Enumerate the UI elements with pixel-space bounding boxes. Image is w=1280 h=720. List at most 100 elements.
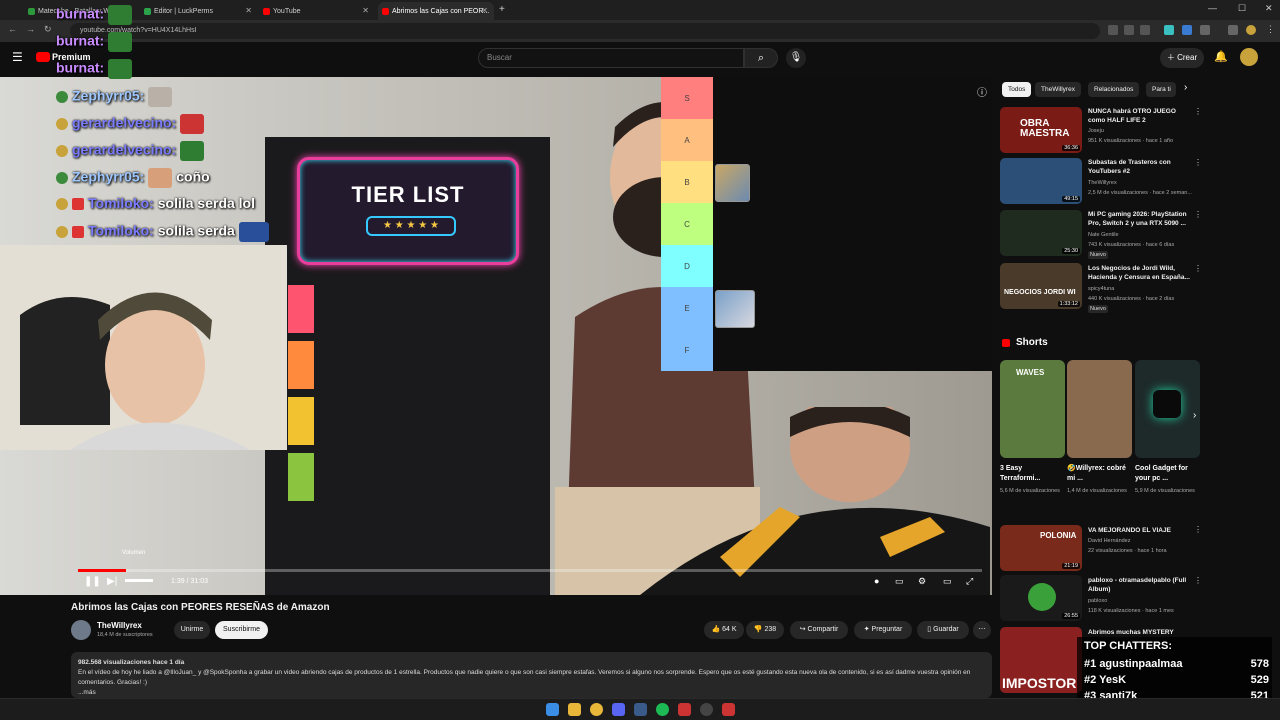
- avatar[interactable]: [1240, 48, 1258, 66]
- close-icon[interactable]: ✕: [481, 6, 488, 15]
- video-title[interactable]: VA MEJORANDO EL VIAJE: [1088, 526, 1192, 535]
- more-icon[interactable]: ⋮: [1194, 107, 1202, 116]
- profile-avatar[interactable]: [1246, 25, 1256, 35]
- windows-start-icon[interactable]: [546, 703, 559, 716]
- more-icon[interactable]: ⋮: [1194, 264, 1202, 273]
- voice-search-button[interactable]: 🎙: [786, 48, 806, 68]
- browser-tab-3[interactable]: YouTube ✕: [259, 2, 375, 20]
- settings-icon[interactable]: ⚙: [918, 576, 926, 587]
- channel-avatar[interactable]: [71, 620, 91, 640]
- dislike-button[interactable]: 👎 238: [746, 621, 784, 639]
- video-thumbnail[interactable]: POLONIA 21:19: [1000, 525, 1082, 571]
- extension-icon[interactable]: [1124, 25, 1134, 35]
- short-title[interactable]: 3 Easy Terraformi...: [1000, 464, 1060, 484]
- short-title[interactable]: 🤣Willyrex: cobré mi ...: [1067, 464, 1127, 484]
- video-title[interactable]: Subastas de Trasteros con YouTubers #2: [1088, 158, 1192, 176]
- short-thumbnail[interactable]: WAVES: [1000, 360, 1065, 458]
- search-input[interactable]: Buscar: [478, 48, 744, 68]
- video-title[interactable]: NUNCA habrá OTRO JUEGO como HALF LIFE 2: [1088, 107, 1192, 125]
- video-title[interactable]: Abrimos muchas MYSTERY: [1088, 628, 1192, 637]
- chip-related[interactable]: Relacionados: [1088, 82, 1140, 97]
- search-button[interactable]: ⌕: [744, 48, 778, 68]
- app-icon[interactable]: [678, 703, 691, 716]
- fullscreen-icon[interactable]: ⤢: [966, 576, 973, 587]
- video-thumbnail[interactable]: 25:30: [1000, 210, 1082, 256]
- maximize-icon[interactable]: ☐: [1238, 3, 1246, 14]
- forward-icon[interactable]: →: [26, 24, 35, 34]
- channel-name[interactable]: TheWillyrex: [97, 621, 142, 630]
- ask-button[interactable]: ✦ Preguntar: [854, 621, 912, 639]
- video-channel[interactable]: David Hernández: [1088, 537, 1203, 545]
- close-window-icon[interactable]: ✕: [1265, 3, 1273, 14]
- autoplay-icon[interactable]: ●: [874, 576, 879, 586]
- chip-for-you[interactable]: Para ti: [1146, 82, 1176, 97]
- progress-bar[interactable]: [78, 569, 982, 572]
- volume-slider[interactable]: [125, 579, 153, 582]
- close-icon[interactable]: ✕: [245, 6, 252, 15]
- like-button[interactable]: 👍 64 K: [704, 621, 744, 639]
- browser-tab-4[interactable]: Abrimos las Cajas con PEOR... ✕: [378, 2, 494, 20]
- next-icon[interactable]: ▶|: [107, 576, 117, 587]
- file-explorer-icon[interactable]: [568, 703, 581, 716]
- close-icon[interactable]: ✕: [362, 6, 369, 15]
- video-thumbnail[interactable]: NEGOCIOS JORDI WI 1:33:12: [1000, 263, 1082, 309]
- browser-tab-2[interactable]: Editor | LuckPerms ✕: [140, 2, 258, 20]
- short-thumbnail[interactable]: [1067, 360, 1132, 458]
- video-title[interactable]: Los Negocios de Jordi Wild, Hacienda y C…: [1088, 264, 1192, 282]
- subtitles-icon[interactable]: ▭: [895, 576, 904, 587]
- video-thumbnail[interactable]: 26:55: [1000, 575, 1082, 621]
- join-button[interactable]: Unirme: [174, 621, 210, 639]
- tier-item-image[interactable]: [715, 290, 755, 328]
- more-icon[interactable]: ⋮: [1194, 525, 1202, 534]
- video-channel[interactable]: pabloxo: [1088, 597, 1203, 605]
- discord-icon[interactable]: [612, 703, 625, 716]
- extension-icon[interactable]: [1182, 25, 1192, 35]
- notifications-icon[interactable]: 🔔: [1214, 50, 1228, 63]
- video-thumbnail[interactable]: 49:15: [1000, 158, 1082, 204]
- video-channel[interactable]: Nate Gentile: [1088, 231, 1203, 239]
- tier-item-image[interactable]: [715, 164, 750, 202]
- url-field[interactable]: youtube.com/watch?v=HU4X14LhHsI: [70, 23, 1100, 39]
- info-icon[interactable]: ⓘ: [977, 84, 987, 99]
- sidebar-icon[interactable]: [1228, 25, 1238, 35]
- video-channel[interactable]: Joseju: [1088, 127, 1203, 135]
- more-icon[interactable]: ⋮: [1194, 158, 1202, 167]
- more-icon[interactable]: ⋮: [1194, 210, 1202, 219]
- extension-icon[interactable]: [1164, 25, 1174, 35]
- minimize-icon[interactable]: —: [1208, 3, 1217, 13]
- short-title[interactable]: Cool Gadget for your pc ...: [1135, 464, 1195, 484]
- chevron-right-icon[interactable]: ›: [1184, 82, 1187, 93]
- short-thumbnail[interactable]: [1135, 360, 1200, 458]
- share-button[interactable]: ↪ Compartir: [790, 621, 848, 639]
- video-thumbnail[interactable]: OBRA MAESTRA 36:36: [1000, 107, 1082, 153]
- video-title[interactable]: Mi PC gaming 2026: PlayStation Pro, Swit…: [1088, 210, 1192, 228]
- back-icon[interactable]: ←: [8, 24, 17, 34]
- video-channel[interactable]: spicy4tuna: [1088, 285, 1203, 293]
- video-thumbnail[interactable]: IMPOSTOR: [1000, 627, 1082, 693]
- puzzle-icon[interactable]: [1200, 25, 1210, 35]
- chrome-icon[interactable]: [590, 703, 603, 716]
- video-channel[interactable]: TheWillyrex: [1088, 179, 1203, 187]
- save-button[interactable]: ▯ Guardar: [917, 621, 969, 639]
- star-icon[interactable]: [1140, 25, 1150, 35]
- youtube-logo-icon[interactable]: [36, 52, 50, 62]
- theater-mode-icon[interactable]: ▭: [943, 576, 952, 587]
- video-description[interactable]: 982.568 visualizaciones hace 1 día En el…: [71, 652, 992, 698]
- steam-icon[interactable]: [634, 703, 647, 716]
- reload-icon[interactable]: ↻: [44, 24, 52, 35]
- spotify-icon[interactable]: [656, 703, 669, 716]
- chevron-right-icon[interactable]: ›: [1193, 410, 1196, 421]
- cast-icon[interactable]: [1108, 25, 1118, 35]
- video-title[interactable]: pabloxo - otramasdelpablo (Full Album): [1088, 576, 1192, 594]
- create-button[interactable]: ＋ Crear: [1160, 48, 1204, 68]
- more-icon[interactable]: ⋮: [1194, 576, 1202, 585]
- description-more[interactable]: ...más: [78, 688, 985, 698]
- pause-icon[interactable]: ❚❚: [84, 576, 101, 587]
- hamburger-menu-icon[interactable]: ☰: [12, 50, 23, 64]
- chip-all[interactable]: Todos: [1002, 82, 1032, 97]
- new-tab-button[interactable]: +: [499, 4, 505, 15]
- chip-thewillyrex[interactable]: TheWillyrex: [1035, 82, 1081, 97]
- subscribe-button[interactable]: Suscribirme: [215, 621, 268, 639]
- obs-icon[interactable]: [700, 703, 713, 716]
- more-actions-button[interactable]: ⋯: [973, 621, 991, 639]
